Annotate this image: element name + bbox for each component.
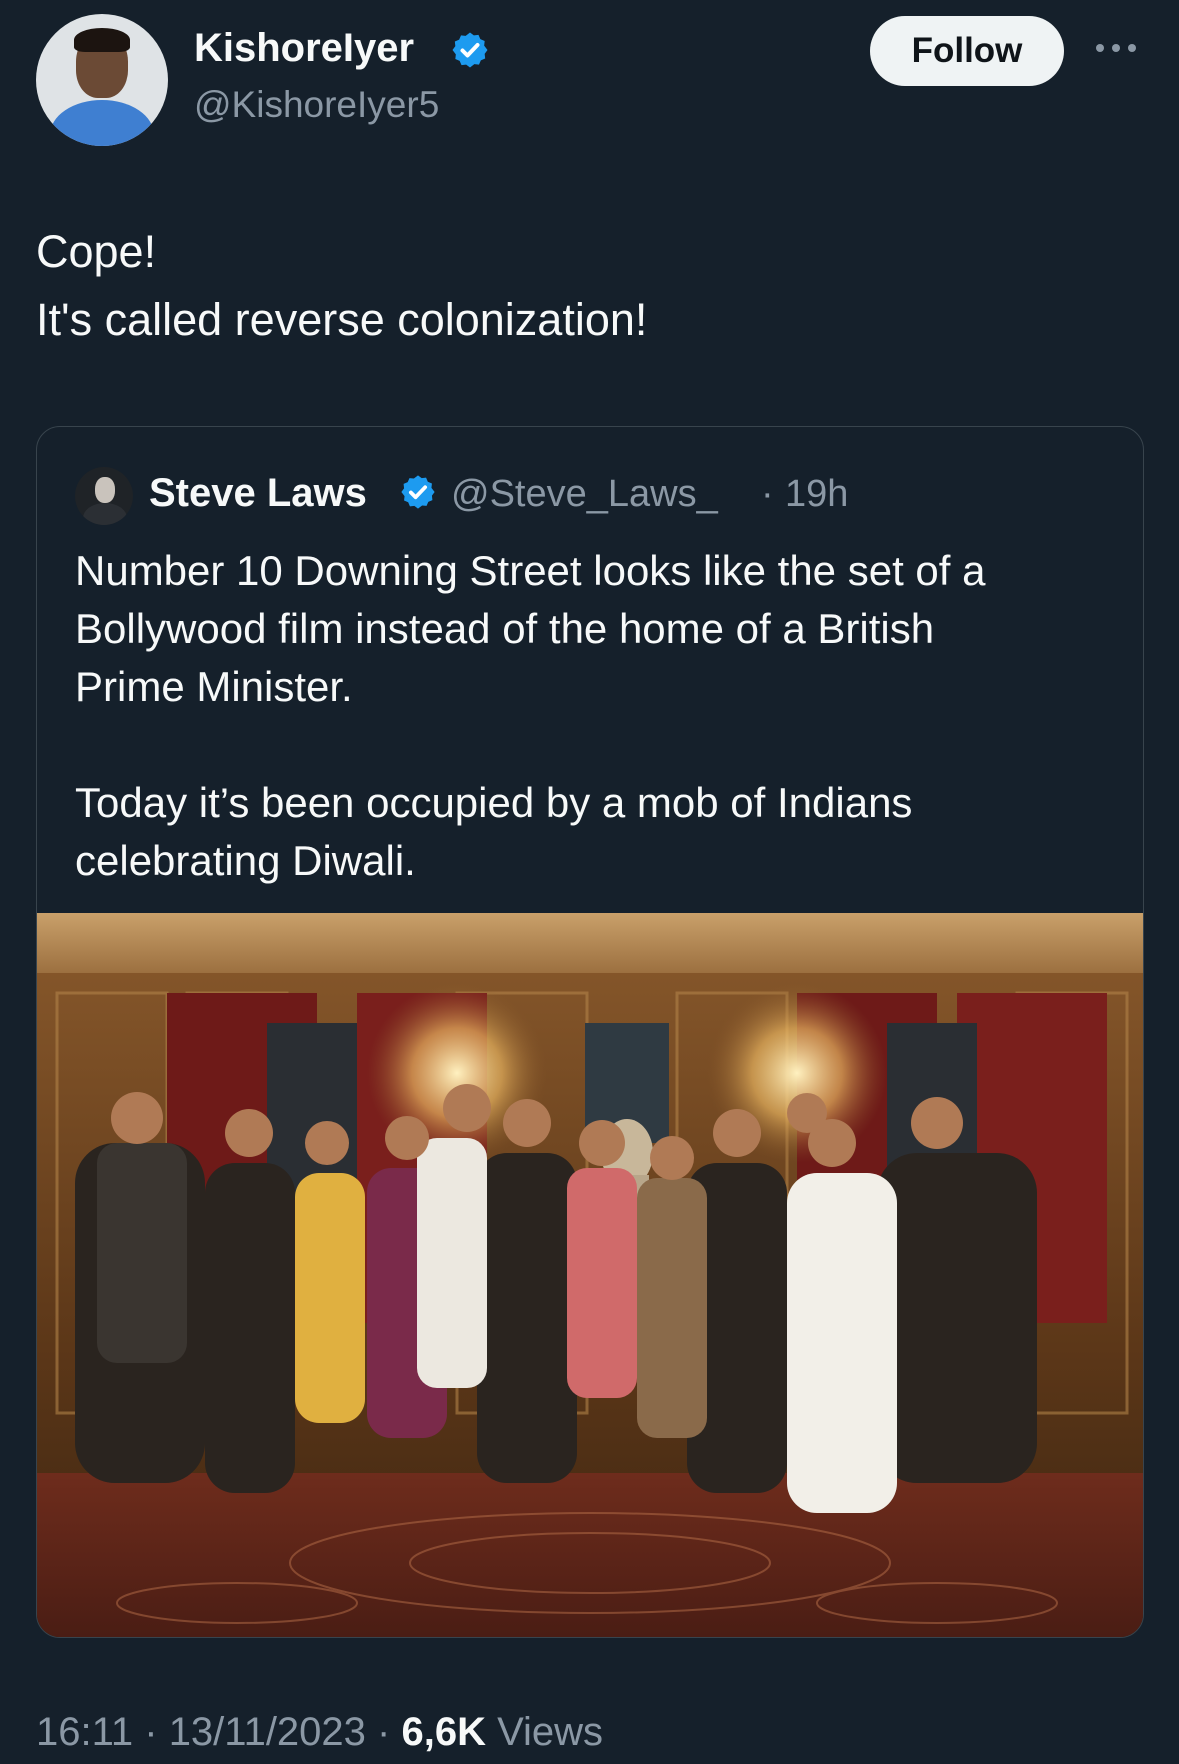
quoted-tweet-card[interactable]: Steve Laws @Steve_Laws_ · 19h Number 10 … xyxy=(36,426,1144,1638)
quote-timestamp[interactable]: 19h xyxy=(785,473,848,516)
more-options-icon[interactable] xyxy=(1094,38,1138,58)
tweet-date[interactable]: 13/11/2023 xyxy=(169,1710,366,1754)
verified-badge-icon xyxy=(452,32,488,68)
author-display-name[interactable]: KishoreIyer xyxy=(194,26,414,71)
avatar-hair xyxy=(74,28,130,52)
quote-text-line: Prime Minister. xyxy=(75,663,353,710)
views-count[interactable]: 6,6K xyxy=(401,1710,486,1754)
quote-text-line: celebrating Diwali. xyxy=(75,837,416,884)
quote-text-line: Number 10 Downing Street looks like the … xyxy=(75,547,986,594)
tweet-time[interactable]: 16:11 xyxy=(36,1710,133,1754)
meta-separator: · xyxy=(365,1710,402,1754)
tweet-text-line: Cope! xyxy=(36,226,157,277)
follow-button[interactable]: Follow xyxy=(870,16,1064,86)
avatar-shirt xyxy=(50,100,154,146)
tweet-text-line: It's called reverse colonization! xyxy=(36,294,648,345)
author-handle[interactable]: @KishoreIyer5 xyxy=(194,84,439,126)
quote-text-line: Today it’s been occupied by a mob of Ind… xyxy=(75,779,913,826)
quote-separator: · xyxy=(761,473,774,515)
quote-photo[interactable] xyxy=(37,913,1143,1637)
meta-separator: · xyxy=(133,1710,169,1754)
quote-author-avatar[interactable] xyxy=(75,467,133,525)
views-label: Views xyxy=(485,1710,604,1754)
quote-author-handle[interactable]: @Steve_Laws_ xyxy=(451,473,718,516)
quote-text-line: Bollywood film instead of the home of a … xyxy=(75,605,935,652)
verified-badge-icon xyxy=(401,475,435,509)
author-avatar[interactable] xyxy=(36,14,168,146)
quote-author-name[interactable]: Steve Laws xyxy=(149,471,367,516)
tweet-meta: 16:11 · 13/11/2023 · 6,6K Views xyxy=(36,1710,603,1755)
